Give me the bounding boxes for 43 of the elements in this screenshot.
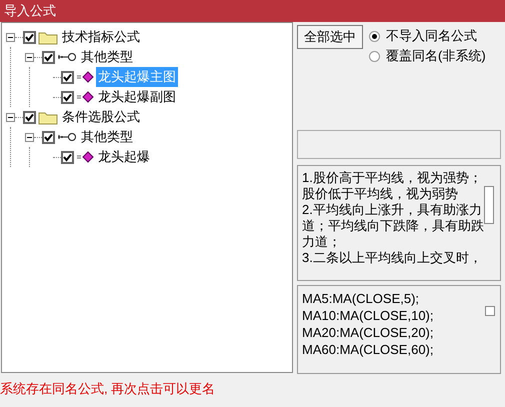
window-title: 导入公式 <box>4 2 56 20</box>
tree-item[interactable]: 条件选股公式 <box>60 107 142 127</box>
tree-item[interactable]: 龙头起爆 <box>96 147 152 167</box>
diamond-icon <box>76 71 94 83</box>
description-line: 1.股价高于平均线，视为强势； <box>302 170 483 186</box>
collapse-icon[interactable] <box>6 32 15 42</box>
scroll-thumb[interactable] <box>484 186 494 224</box>
description-line: 力道； <box>302 234 342 250</box>
folder-icon <box>38 30 58 44</box>
key-icon <box>57 52 77 62</box>
code-line: MA20:MA(CLOSE,20); <box>302 324 434 341</box>
checkbox[interactable] <box>23 110 36 124</box>
tree-item[interactable]: 龙头起爆副图 <box>96 87 178 107</box>
description-line: 股价低于平均线，视为弱势 <box>302 186 459 202</box>
select-all-button[interactable]: 全部选中 <box>297 25 363 49</box>
scroll-thumb[interactable] <box>485 306 495 316</box>
tree-item[interactable]: 其他类型 <box>79 47 135 67</box>
option-label: 不导入同名公式 <box>386 27 477 46</box>
folder-icon <box>38 110 58 124</box>
description-line: 2.平均线向上涨升，具有助涨力 <box>302 202 483 218</box>
collapse-icon[interactable] <box>25 52 34 62</box>
code-line: MA60:MA(CLOSE,60); <box>302 341 434 358</box>
diamond-icon <box>76 91 94 103</box>
key-icon <box>57 132 77 142</box>
checkbox[interactable] <box>61 150 74 164</box>
tree-item[interactable]: 其他类型 <box>79 127 135 147</box>
checkbox[interactable] <box>42 130 55 144</box>
option-label: 覆盖同名(非系统) <box>386 47 486 66</box>
collapse-icon[interactable] <box>6 112 15 122</box>
description-line: 3.二条以上平均线向上交叉时， <box>302 250 483 266</box>
radio-button[interactable] <box>369 50 380 62</box>
diamond-icon <box>76 151 94 163</box>
description-line: 道；平均线向下跌降，具有助跌 <box>302 218 484 234</box>
status-message: 系统存在同名公式, 再次点击可以更名 <box>0 380 216 398</box>
radio-button[interactable] <box>369 30 380 42</box>
checkbox[interactable] <box>42 50 55 64</box>
checkbox[interactable] <box>61 70 74 84</box>
checkbox[interactable] <box>23 30 36 44</box>
code-line: MA5:MA(CLOSE,5); <box>302 290 420 307</box>
collapse-icon[interactable] <box>25 132 34 142</box>
tree-item[interactable]: 技术指标公式 <box>60 27 142 47</box>
checkbox[interactable] <box>61 90 74 104</box>
code-line: MA10:MA(CLOSE,10); <box>302 307 434 324</box>
